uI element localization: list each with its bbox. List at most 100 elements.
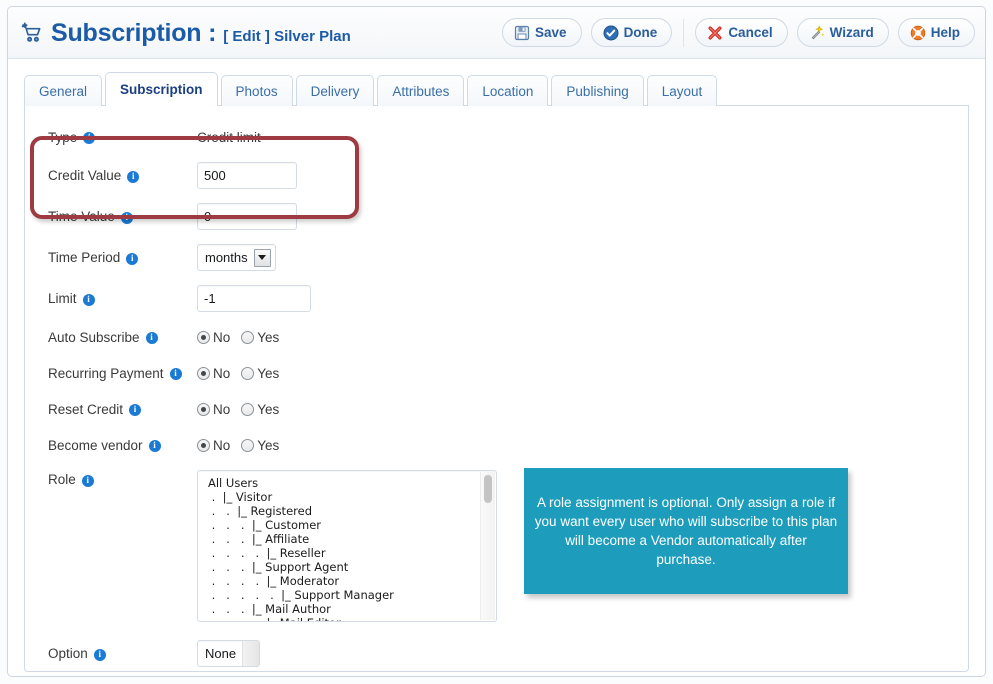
type-label: Type [25, 130, 197, 145]
reset-credit-radio-yes[interactable]: Yes [241, 402, 279, 417]
list-item[interactable]: . . . |_ Support Agent [208, 560, 496, 574]
reset-credit-radio-no[interactable]: No [197, 402, 230, 417]
wizard-button[interactable]: Wizard [796, 18, 889, 47]
scrollbar-thumb[interactable] [484, 475, 492, 503]
help-button-label: Help [930, 25, 960, 40]
radio-label: No [213, 437, 231, 453]
tab-location[interactable]: Location [467, 75, 549, 106]
time-period-label: Time Period [25, 250, 197, 265]
info-icon[interactable] [93, 648, 106, 661]
save-button-label: Save [535, 25, 567, 40]
floppy-disk-icon [514, 25, 530, 41]
become-vendor-radio-yes[interactable]: Yes [241, 438, 279, 453]
radio-dot-icon [197, 402, 210, 416]
role-listbox-scrollbar[interactable] [480, 472, 495, 620]
tab-bar: General Subscription Photos Delivery Att… [8, 72, 985, 106]
credit-value-input[interactable] [197, 162, 297, 189]
auto-subscribe-label: Auto Subscribe [25, 330, 197, 345]
chevron-down-icon [253, 248, 271, 267]
info-icon[interactable] [81, 474, 94, 487]
tab-delivery[interactable]: Delivery [295, 75, 375, 106]
recurring-payment-radio-no[interactable]: No [197, 366, 230, 381]
role-listbox[interactable]: All Users . |_ Visitor . . |_ Registered… [197, 470, 497, 622]
page-title-main: Subscription : [51, 19, 217, 47]
role-label: Role [25, 470, 197, 487]
done-button-label: Done [623, 25, 658, 40]
limit-input[interactable] [197, 285, 311, 312]
help-button[interactable]: Help [897, 18, 975, 47]
field-row-credit-value: Credit Value [25, 162, 968, 189]
list-item[interactable]: . . . |_ Customer [208, 518, 496, 532]
tab-subscription[interactable]: Subscription [105, 72, 218, 106]
cancel-button[interactable]: Cancel [695, 18, 788, 47]
app-window: Subscription : [ Edit ] Silver Plan Save [0, 0, 993, 684]
field-row-reset-credit: Reset Credit No Yes [25, 398, 968, 420]
time-period-select[interactable]: months [197, 244, 276, 271]
page-title: Subscription : [ Edit ] Silver Plan [20, 17, 502, 48]
recurring-payment-radio-yes[interactable]: Yes [241, 366, 279, 381]
toolbar: Save Done Cancel Wizard Help [502, 18, 975, 47]
info-icon[interactable] [145, 331, 158, 344]
list-item[interactable]: . . . . |_ Mail Editor [208, 616, 496, 621]
auto-subscribe-radio-no[interactable]: No [197, 330, 230, 345]
info-icon[interactable] [83, 131, 96, 144]
list-item[interactable]: . . . |_ Mail Author [208, 602, 496, 616]
info-icon[interactable] [148, 439, 161, 452]
field-row-limit: Limit [25, 285, 968, 312]
option-control: None [197, 640, 968, 667]
time-period-value: months [205, 250, 248, 265]
field-row-time-value: Time Value [25, 203, 968, 230]
option-value: None [205, 646, 237, 661]
time-value-label: Time Value [25, 209, 197, 224]
radio-label: Yes [257, 365, 280, 381]
time-period-control: months [197, 244, 968, 271]
option-select[interactable]: None [197, 640, 261, 667]
list-item[interactable]: . . . . |_ Reseller [208, 546, 496, 560]
tab-publishing[interactable]: Publishing [551, 75, 644, 106]
radio-dot-icon [197, 438, 210, 452]
list-item[interactable]: . . . . . |_ Support Manager [208, 588, 496, 602]
done-button[interactable]: Done [590, 18, 673, 47]
recurring-payment-label-text: Recurring Payment [48, 365, 164, 381]
type-control: Credit limit [197, 130, 968, 145]
limit-label-text: Limit [48, 291, 77, 306]
limit-control [197, 285, 968, 312]
save-button[interactable]: Save [502, 18, 582, 47]
role-callout-text: A role assignment is optional. Only assi… [534, 495, 838, 567]
option-label-text: Option [48, 646, 88, 661]
list-item[interactable]: . . |_ Registered [208, 504, 496, 518]
radio-label: Yes [257, 329, 280, 345]
time-value-input[interactable] [197, 203, 297, 230]
info-icon[interactable] [126, 252, 139, 265]
list-item[interactable]: . . . . |_ Moderator [208, 574, 496, 588]
page-title-sub: [ Edit ] Silver Plan [223, 28, 351, 45]
info-icon[interactable] [169, 367, 182, 380]
become-vendor-control: No Yes [197, 438, 968, 453]
become-vendor-radio-no[interactable]: No [197, 438, 230, 453]
limit-label: Limit [25, 291, 197, 306]
role-label-text: Role [48, 472, 76, 487]
tab-attributes[interactable]: Attributes [377, 75, 465, 106]
time-value-control [197, 203, 968, 230]
list-item[interactable]: . |_ Visitor [208, 490, 496, 504]
become-vendor-label: Become vendor [25, 438, 197, 453]
info-icon[interactable] [82, 293, 95, 306]
auto-subscribe-radio-yes[interactable]: Yes [241, 330, 279, 345]
tab-layout[interactable]: Layout [646, 75, 718, 106]
radio-dot-icon [241, 366, 255, 380]
page-container: Subscription : [ Edit ] Silver Plan Save [7, 6, 986, 677]
tab-photos[interactable]: Photos [220, 75, 293, 106]
credit-value-label: Credit Value [25, 168, 197, 183]
time-value-label-text: Time Value [48, 209, 115, 224]
radio-label: No [213, 365, 231, 381]
info-icon[interactable] [120, 211, 133, 224]
option-label: Option [25, 646, 197, 661]
info-icon[interactable] [127, 170, 140, 183]
credit-value-control [197, 162, 968, 189]
list-item[interactable]: All Users [208, 476, 496, 490]
reset-credit-radio-group: No Yes [197, 402, 279, 417]
list-item[interactable]: . . . |_ Affiliate [208, 532, 496, 546]
tab-general[interactable]: General [24, 75, 103, 106]
info-icon[interactable] [129, 403, 142, 416]
become-vendor-label-text: Become vendor [48, 437, 143, 453]
